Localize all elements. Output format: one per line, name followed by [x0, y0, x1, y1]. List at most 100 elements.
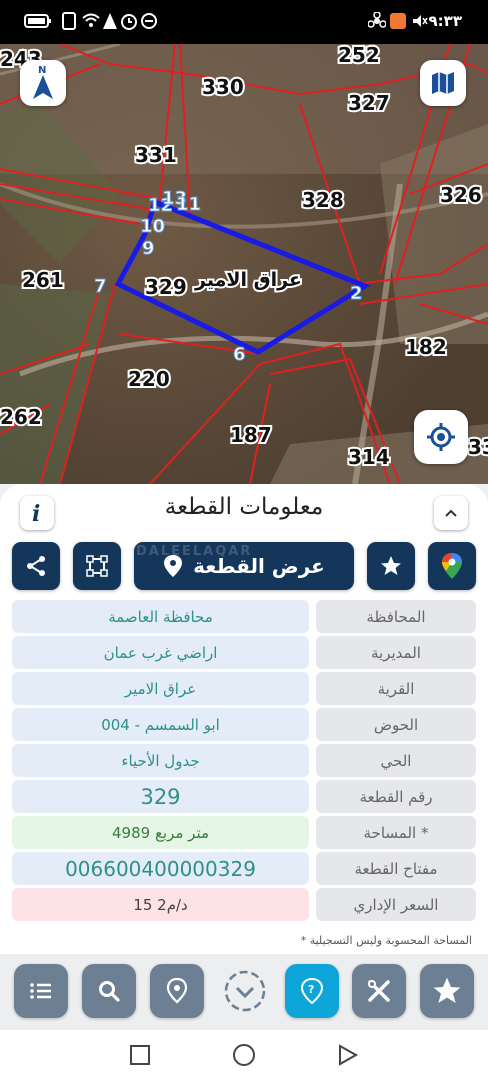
expand-toolbar-button[interactable] [218, 964, 272, 1018]
selected-parcel-number: 329 [145, 275, 187, 299]
parcel-number: 262 [0, 405, 42, 429]
home-icon[interactable] [232, 1043, 256, 1067]
north-label: N [38, 65, 46, 76]
help-pin-icon: ? [300, 977, 324, 1005]
parcel-number: 331 [135, 143, 177, 167]
area-value: 4989 متر مربع [12, 816, 309, 849]
info-row-directorate: اراضي غرب عمان المديرية [12, 636, 476, 669]
area-label: المساحة * [316, 816, 476, 849]
fan-icon [367, 11, 387, 30]
menu-button[interactable] [14, 964, 68, 1018]
clock: ٩:٣٣ [428, 12, 462, 30]
vertex-label: 2 [350, 283, 363, 304]
info-row-parcel-key: 006600400000329 مفتاح القطعة [12, 852, 476, 885]
system-nav-bar [0, 1030, 488, 1080]
app-icon [102, 12, 120, 30]
neighborhood-label: الحي [316, 744, 476, 777]
alarm-icon [120, 12, 138, 30]
svg-text:i: i [32, 501, 40, 525]
recents-icon[interactable] [129, 1044, 151, 1066]
sim-icon [60, 12, 78, 30]
north-arrow-icon: N [33, 65, 53, 99]
locate-button[interactable] [150, 964, 204, 1018]
info-row-parcel-number: 329 رقم القطعة [12, 780, 476, 813]
village-label: عراق الامير [194, 269, 302, 291]
info-row-admin-price: 15 د/م2 السعر الإداري [12, 888, 476, 921]
parcel-number: 182 [405, 335, 447, 359]
bottom-toolbar: ? [0, 954, 488, 1030]
vertex-label: 10 [140, 216, 165, 237]
area-footnote: * المساحة المحسوبة وليس التسجيلية [300, 934, 472, 947]
pin-icon [166, 977, 188, 1004]
panel-title: معلومات القطعة [164, 494, 324, 520]
directorate-label: المديرية [316, 636, 476, 669]
basin-label: الحوض [316, 708, 476, 741]
map-view[interactable]: 12 13 11 10 9 7 2 6 243 252 330 327 331 … [0, 44, 488, 484]
measure-area-button[interactable] [73, 542, 121, 590]
search-icon [99, 981, 120, 1002]
village-value: عراق الامير [12, 672, 309, 705]
basin-value: ابو السمسم - 004 [12, 708, 309, 741]
governorate-value: محافظة العاصمة [12, 600, 309, 633]
vertex-label: 11 [176, 194, 201, 215]
map-icon [432, 72, 454, 94]
svg-text:?: ? [308, 983, 314, 996]
parcel-number: 326 [440, 183, 482, 207]
google-maps-button[interactable] [428, 542, 476, 590]
status-bar: ٩:٣٣ [0, 0, 488, 44]
info-icon: i [32, 501, 40, 525]
parcel-number: 187 [230, 423, 272, 447]
parcel-number: 220 [128, 367, 170, 391]
google-maps-icon [442, 553, 462, 579]
parcel-number: 33 [468, 435, 488, 459]
admin-price-label: السعر الإداري [316, 888, 476, 921]
info-row-area: 4989 متر مربع المساحة * [12, 816, 476, 849]
parcel-number: 314 [348, 445, 390, 469]
parcel-key-label: مفتاح القطعة [316, 852, 476, 885]
compass-button[interactable]: N [20, 60, 66, 106]
star-icon [433, 977, 461, 1003]
show-parcel-button[interactable]: عرض القطعة [134, 542, 354, 590]
share-button[interactable] [12, 542, 60, 590]
vertex-label: 7 [94, 276, 107, 297]
polygon-icon [86, 555, 108, 577]
directorate-value: اراضي غرب عمان [12, 636, 309, 669]
show-parcel-label: عرض القطعة [193, 554, 325, 578]
location-pin-icon [164, 555, 183, 577]
parcel-number: 328 [302, 188, 344, 212]
settings-icon [140, 12, 158, 30]
mute-icon [410, 12, 428, 30]
back-icon[interactable] [337, 1044, 359, 1066]
collapse-button[interactable] [434, 496, 468, 530]
app-icon [389, 12, 407, 30]
info-row-basin: ابو السمسم - 004 الحوض [12, 708, 476, 741]
info-row-village: عراق الامير القرية [12, 672, 476, 705]
share-icon [27, 556, 45, 576]
parcel-key-value[interactable]: 006600400000329 [12, 852, 309, 885]
search-button[interactable] [82, 964, 136, 1018]
map-layers-button[interactable] [420, 60, 466, 106]
favorite-button[interactable] [367, 542, 415, 590]
favorites-button[interactable] [420, 964, 474, 1018]
crosshair-icon [427, 423, 455, 451]
my-location-button[interactable] [414, 410, 468, 464]
parcel-number: 327 [348, 91, 390, 115]
vertex-label: 6 [233, 344, 246, 365]
star-icon [381, 556, 401, 575]
tools-button[interactable] [352, 964, 406, 1018]
village-label: القرية [316, 672, 476, 705]
parcel-number: 252 [338, 44, 380, 67]
list-icon [30, 983, 51, 999]
info-row-governorate: محافظة العاصمة المحافظة [12, 600, 476, 633]
help-button[interactable]: ? [285, 964, 339, 1018]
wifi-icon [82, 12, 100, 30]
tools-icon [368, 980, 390, 1002]
chevron-down-icon [224, 970, 266, 1012]
info-button[interactable]: i [20, 496, 54, 530]
parcel-number-label: رقم القطعة [316, 780, 476, 813]
vertex-label: 9 [142, 238, 155, 259]
battery-icon [24, 12, 51, 30]
neighborhood-value: جدول الأحياء [12, 744, 309, 777]
chevron-up-icon [445, 509, 457, 517]
info-row-neighborhood: جدول الأحياء الحي [12, 744, 476, 777]
